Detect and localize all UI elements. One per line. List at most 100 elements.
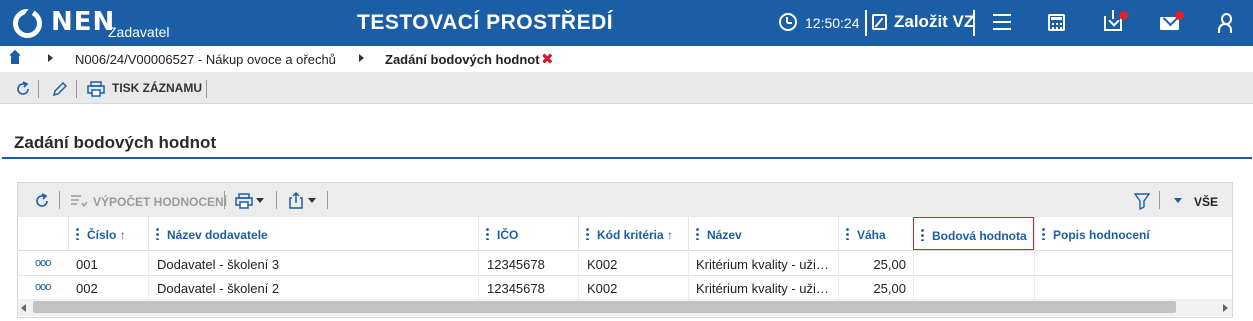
cell-dodavatel: Dodavatel - školení 2 [157, 281, 280, 296]
hamburger-menu-icon[interactable] [993, 14, 1011, 30]
column-header-nazev[interactable]: Název [688, 217, 838, 251]
column-label: Název dodavatele [167, 228, 268, 242]
cell-divider [838, 252, 839, 276]
header-divider [865, 10, 867, 36]
column-menu-icon[interactable] [696, 227, 699, 240]
compute-list-icon [71, 195, 88, 208]
column-header-ico[interactable]: IČO [478, 217, 578, 251]
column-menu-icon[interactable] [76, 227, 79, 240]
toolbar-divider [59, 191, 60, 209]
column-header-nazev-dodavatele[interactable]: Název dodavatele [148, 217, 478, 251]
column-label: Číslo [87, 228, 117, 242]
user-icon[interactable] [1218, 13, 1232, 33]
calculator-icon[interactable] [1048, 14, 1065, 31]
column-header-bodova-hodnota[interactable]: Bodová hodnota [913, 217, 1034, 250]
edit-pencil-icon[interactable] [51, 80, 67, 98]
column-label: Popis hodnocení [1053, 228, 1150, 242]
logo-text[interactable]: NEN [51, 7, 115, 37]
cell-divider [148, 252, 149, 276]
filter-funnel-icon[interactable] [1134, 192, 1150, 210]
header-divider [973, 10, 975, 36]
column-menu-icon[interactable] [846, 227, 849, 240]
cell-ico: 12345678 [487, 281, 545, 296]
printer-icon[interactable] [235, 193, 253, 209]
cell-cislo: 002 [76, 281, 98, 296]
cell-divider [578, 252, 579, 276]
table-row[interactable]: ooo 002 Dodavatel - školení 2 12345678 K… [18, 276, 1232, 300]
page-title: Zadání bodových hodnot [14, 133, 217, 152]
printer-icon[interactable] [87, 81, 105, 97]
grid-toolbar: VÝPOČET HODNOCENÍ VŠE [18, 183, 1232, 217]
title-underline [2, 157, 1252, 159]
toolbar-divider [224, 191, 225, 209]
refresh-icon[interactable] [33, 192, 51, 210]
table-row[interactable]: ooo 001 Dodavatel - školení 3 12345678 K… [18, 252, 1232, 276]
toolbar-divider [206, 80, 207, 98]
breadcrumb-arrow-icon [48, 54, 53, 62]
column-menu-icon[interactable] [921, 228, 924, 241]
column-header-vaha[interactable]: Váha [838, 217, 913, 251]
toolbar-divider [38, 80, 39, 98]
breadcrumb: N006/24/V00006527 - Nákup ovoce a ořechů… [0, 46, 1253, 72]
sort-ascending-icon: ↑ [119, 228, 126, 242]
cell-ico: 12345678 [487, 257, 545, 272]
column-header-popis-hodnoceni[interactable]: Popis hodnocení [1034, 217, 1232, 251]
print-record-button[interactable]: TISK ZÁZNAMU [112, 81, 202, 95]
toolbar-divider [276, 191, 277, 209]
cell-nazev: Kritérium kvality - uži… [696, 281, 829, 296]
cell-nazev: Kritérium kvality - uži… [696, 257, 829, 272]
column-label: IČO [497, 228, 519, 242]
scroll-left-icon[interactable] [21, 304, 26, 312]
data-grid: VÝPOČET HODNOCENÍ VŠE Číslo ↑ Název doda [17, 182, 1233, 318]
column-menu-icon[interactable] [486, 227, 489, 240]
edit-square-icon[interactable] [872, 14, 887, 30]
column-header-kod-kriteria[interactable]: Kód kritéria ↑ [578, 217, 688, 251]
refresh-icon[interactable] [14, 80, 32, 98]
row-actions-icon[interactable]: ooo [35, 281, 51, 293]
cell-divider [688, 276, 689, 300]
chevron-down-icon[interactable] [308, 198, 316, 203]
breadcrumb-item-tender[interactable]: N006/24/V00006527 - Nákup ovoce a ořechů [75, 52, 336, 67]
column-menu-icon[interactable] [156, 227, 159, 240]
cell-vaha: 25,00 [873, 257, 906, 272]
chevron-down-icon[interactable] [256, 198, 264, 203]
cell-vaha: 25,00 [873, 281, 906, 296]
chevron-down-icon[interactable] [1174, 198, 1182, 203]
notification-badge [1175, 11, 1184, 20]
horizontal-scrollbar[interactable] [18, 299, 1232, 316]
row-actions-icon[interactable]: ooo [35, 257, 51, 269]
filter-all-button[interactable]: VŠE [1194, 195, 1218, 209]
scroll-right-icon[interactable] [1223, 304, 1228, 312]
sort-ascending-icon: ↑ [667, 228, 674, 242]
new-tender-button[interactable]: Založit VZ [894, 12, 974, 32]
cell-divider [578, 276, 579, 300]
column-label: Název [707, 228, 742, 242]
cell-divider [478, 252, 479, 276]
clock-icon [779, 13, 797, 31]
cell-divider [688, 252, 689, 276]
scrollbar-thumb[interactable] [33, 301, 1176, 313]
cell-divider [913, 276, 914, 300]
cell-cislo: 001 [76, 257, 98, 272]
home-icon[interactable] [9, 53, 21, 64]
cell-divider [478, 276, 479, 300]
toolbar-divider [327, 191, 328, 209]
top-header: NEN Zadavatel TESTOVACÍ PROSTŘEDÍ 12:50:… [0, 0, 1253, 46]
compute-evaluation-button[interactable]: VÝPOČET HODNOCENÍ [93, 195, 227, 209]
close-tab-icon[interactable]: ✖ [541, 50, 554, 68]
column-label: Bodová hodnota [932, 229, 1027, 243]
breadcrumb-current: Zadání bodových hodnot [385, 52, 540, 67]
session-clock: 12:50:24 [805, 15, 860, 31]
nen-logo-icon[interactable] [13, 9, 42, 38]
cell-divider [1034, 252, 1035, 276]
cell-dodavatel: Dodavatel - školení 3 [157, 257, 280, 272]
cell-kod: K002 [587, 257, 618, 272]
column-label: Váha [857, 228, 886, 242]
toolbar-divider [76, 80, 77, 98]
column-label: Kód kritéria [597, 228, 664, 242]
export-share-icon[interactable] [288, 191, 304, 209]
column-menu-icon[interactable] [586, 227, 589, 240]
column-menu-icon[interactable] [1042, 227, 1045, 240]
column-header-cislo[interactable]: Číslo ↑ [68, 217, 148, 251]
breadcrumb-arrow-icon [359, 54, 364, 62]
